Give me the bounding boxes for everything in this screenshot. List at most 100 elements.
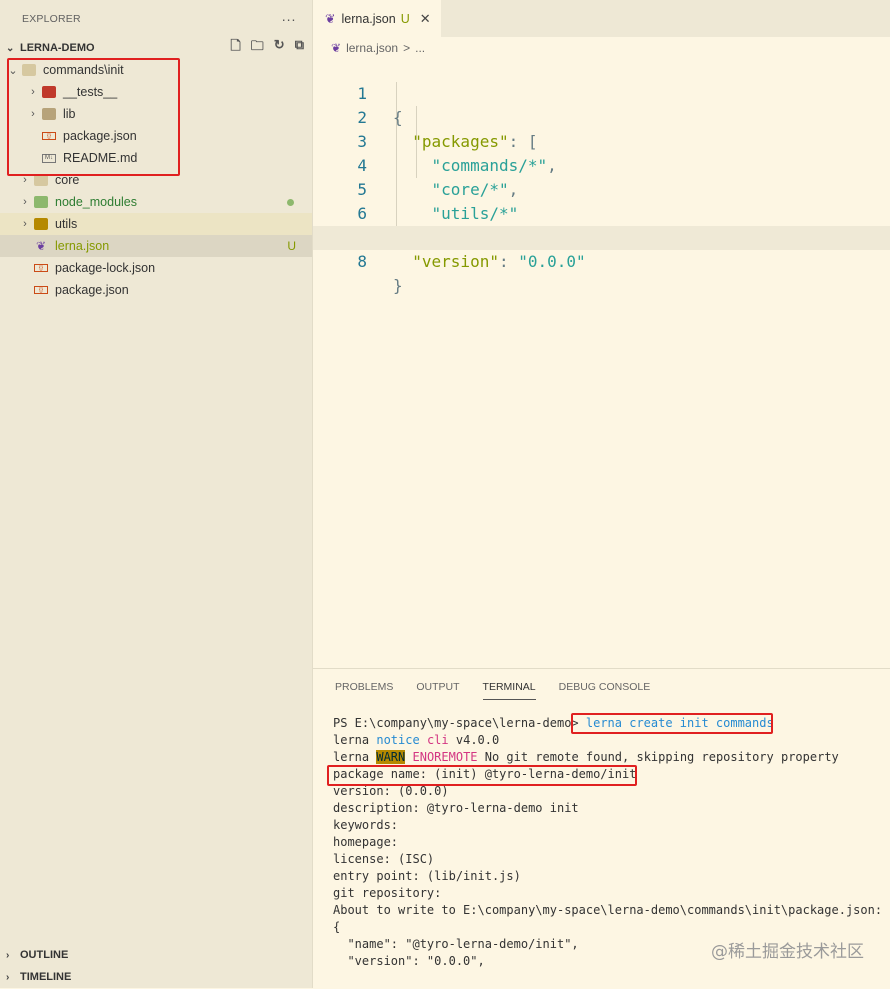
json-file-icon: {} bbox=[42, 132, 56, 140]
breadcrumb-file[interactable]: lerna.json bbox=[346, 41, 398, 55]
panel-tabs: PROBLEMS OUTPUT TERMINAL DEBUG CONSOLE bbox=[335, 681, 650, 700]
terminal-error-code: ENOREMOTE bbox=[412, 750, 478, 764]
code-line: 7 "version": "0.0.0" bbox=[313, 202, 890, 271]
tab-label: lerna.json bbox=[341, 11, 396, 26]
folder-icon bbox=[42, 108, 56, 120]
tab-untracked-flag: U bbox=[400, 11, 410, 26]
editor-tab-bar: ❦ lerna.json U ✕ bbox=[313, 0, 890, 37]
tab-problems[interactable]: PROBLEMS bbox=[335, 681, 393, 700]
test-folder-icon bbox=[42, 86, 56, 98]
chevron-right-icon: › bbox=[6, 949, 10, 961]
code-editor[interactable]: 1 { 2 "packages": [ 3 "commands/*", 4 "c… bbox=[313, 58, 890, 668]
code-line: 4 "core/*", bbox=[313, 130, 890, 199]
terminal-line: About to write to E:\company\my-space\le… bbox=[333, 903, 883, 917]
chevron-right-icon: › bbox=[23, 174, 27, 186]
terminal-line: { bbox=[333, 920, 341, 934]
new-file-icon[interactable]: 🗋 bbox=[230, 37, 240, 59]
tree-item-label: lerna.json bbox=[55, 239, 110, 253]
explorer-sidebar: EXPLORER ··· ⌄ LERNA-DEMO 🗋 🗀 ↻ ⧉ ⌄ comm… bbox=[0, 0, 313, 988]
breadcrumb-separator: > bbox=[403, 41, 411, 55]
json-file-icon: {} bbox=[34, 264, 48, 272]
tree-item-lib[interactable]: › lib bbox=[0, 103, 312, 125]
tree-item-label: package-lock.json bbox=[55, 261, 156, 275]
chevron-right-icon: › bbox=[31, 86, 35, 98]
untracked-badge: U bbox=[287, 239, 296, 253]
project-actions: 🗋 🗀 ↻ ⧉ bbox=[230, 37, 312, 59]
explorer-header: EXPLORER ··· bbox=[0, 0, 312, 37]
tree-item-package-lock-json[interactable]: {} package-lock.json bbox=[0, 257, 312, 279]
terminal-warn: WARN bbox=[376, 750, 406, 764]
lerna-icon: ❦ bbox=[325, 12, 336, 26]
terminal-text: lerna bbox=[333, 750, 377, 764]
close-icon[interactable]: ✕ bbox=[420, 11, 431, 27]
line-number: 8 bbox=[357, 252, 367, 271]
modified-dot-badge bbox=[287, 198, 294, 206]
tree-item-core[interactable]: › core bbox=[0, 169, 312, 191]
breadcrumb: ❦ lerna.json > ... bbox=[331, 38, 425, 58]
lerna-icon: ❦ bbox=[35, 239, 47, 253]
code-line: 5 "utils/*" bbox=[313, 154, 890, 223]
terminal-notice: notice bbox=[376, 733, 420, 747]
terminal-line: keywords: bbox=[333, 818, 399, 832]
utils-folder-icon bbox=[34, 218, 48, 230]
tree-item-label: __tests__ bbox=[63, 85, 118, 99]
explorer-title: EXPLORER bbox=[22, 12, 81, 25]
highlight-box-command bbox=[571, 713, 773, 734]
node-folder-icon bbox=[34, 196, 48, 208]
code-text: "version": "0.0.0" bbox=[412, 252, 586, 271]
terminal-line: lerna WARN ENOREMOTE No git remote found… bbox=[333, 749, 890, 766]
markdown-file-icon: M↓ bbox=[42, 153, 56, 163]
tree-item-label: README.md bbox=[63, 151, 138, 165]
code-line: 6 ], bbox=[313, 178, 890, 247]
refresh-icon[interactable]: ↻ bbox=[274, 37, 285, 59]
tab-output[interactable]: OUTPUT bbox=[416, 681, 459, 700]
timeline-title: TIMELINE bbox=[20, 971, 72, 983]
chevron-down-icon: ⌄ bbox=[8, 64, 18, 77]
timeline-section-header[interactable]: › TIMELINE bbox=[0, 966, 312, 988]
json-file-icon: {} bbox=[34, 286, 48, 294]
terminal-line: lerna notice cli v4.0.0 bbox=[333, 732, 890, 749]
collapse-all-icon[interactable]: ⧉ bbox=[295, 37, 304, 59]
project-name: LERNA-DEMO bbox=[20, 42, 95, 54]
tree-item-utils[interactable]: › utils bbox=[0, 213, 312, 235]
terminal-prompt: PS E:\company\my-space\lerna-demo> bbox=[333, 716, 579, 730]
chevron-right-icon: › bbox=[23, 196, 27, 208]
tree-item-label: package.json bbox=[55, 283, 129, 297]
highlight-box-package-name bbox=[327, 765, 637, 786]
tree-item-package-json-init[interactable]: {} package.json bbox=[0, 125, 312, 147]
chevron-right-icon: › bbox=[6, 971, 10, 983]
terminal-line: description: @tyro-lerna-demo init bbox=[333, 801, 579, 815]
tree-item-label: commands\init bbox=[43, 63, 124, 77]
code-line: 2 "packages": [ bbox=[313, 82, 890, 151]
chevron-right-icon: › bbox=[23, 218, 27, 230]
terminal-text: lerna bbox=[333, 733, 377, 747]
lerna-icon: ❦ bbox=[331, 41, 342, 55]
chevron-down-icon[interactable]: ⌄ bbox=[6, 43, 20, 54]
tree-item-tests[interactable]: › __tests__ bbox=[0, 81, 312, 103]
folder-icon bbox=[22, 64, 36, 76]
tab-lerna-json[interactable]: ❦ lerna.json U ✕ bbox=[313, 0, 441, 37]
new-folder-icon[interactable]: 🗀 bbox=[251, 37, 264, 59]
chevron-right-icon: › bbox=[31, 108, 35, 120]
terminal-output[interactable]: PS E:\company\my-space\lerna-demo> lerna… bbox=[333, 715, 890, 970]
outline-title: OUTLINE bbox=[20, 949, 69, 961]
tab-debug-console[interactable]: DEBUG CONSOLE bbox=[559, 681, 651, 700]
tree-item-lerna-json[interactable]: ❦ lerna.json U bbox=[0, 235, 312, 257]
tree-item-commands-init[interactable]: ⌄ commands\init bbox=[0, 59, 312, 81]
outline-section-header[interactable]: › OUTLINE bbox=[0, 944, 312, 966]
terminal-line: license: (ISC) bbox=[333, 852, 435, 866]
terminal-text: No git remote found, skipping repository… bbox=[477, 750, 839, 764]
tree-item-readme[interactable]: M↓ README.md bbox=[0, 147, 312, 169]
tree-item-package-json[interactable]: {} package.json bbox=[0, 279, 312, 301]
project-section-header[interactable]: ⌄ LERNA-DEMO 🗋 🗀 ↻ ⧉ bbox=[0, 37, 312, 59]
watermark: @稀土掘金技术社区 bbox=[711, 942, 864, 962]
terminal-line: entry point: (lib/init.js) bbox=[333, 869, 521, 883]
tab-terminal[interactable]: TERMINAL bbox=[482, 681, 536, 700]
terminal-text: v4.0.0 bbox=[448, 733, 500, 747]
tree-item-node-modules[interactable]: › node_modules bbox=[0, 191, 312, 213]
breadcrumb-rest[interactable]: ... bbox=[415, 41, 425, 55]
folder-icon bbox=[34, 174, 48, 186]
more-actions-icon[interactable]: ··· bbox=[281, 11, 296, 27]
tree-item-label: lib bbox=[63, 107, 76, 121]
tree-item-label: node_modules bbox=[55, 195, 138, 209]
